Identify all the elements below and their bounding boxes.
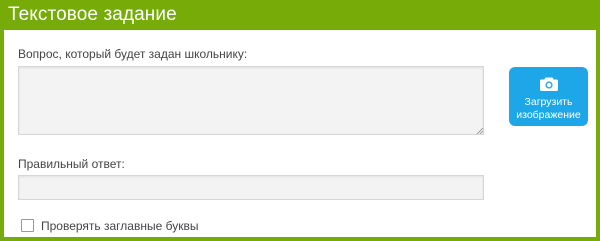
answer-input[interactable]	[18, 175, 484, 200]
case-check-checkbox[interactable]	[21, 219, 34, 232]
upload-image-button[interactable]: Загрузить изображение	[509, 67, 588, 126]
upload-button-label: Загрузить изображение	[516, 96, 581, 121]
text-task-panel: Текстовое задание Вопрос, который будет …	[0, 0, 600, 241]
camera-icon	[540, 77, 558, 91]
question-label: Вопрос, который будет задан школьнику:	[18, 47, 248, 61]
question-input[interactable]	[18, 66, 484, 135]
answer-label: Правильный ответ:	[18, 157, 125, 171]
case-check-label[interactable]: Проверять заглавные буквы	[41, 219, 198, 233]
resize-grip-icon[interactable]	[476, 127, 483, 134]
panel-title: Текстовое задание	[0, 0, 600, 30]
